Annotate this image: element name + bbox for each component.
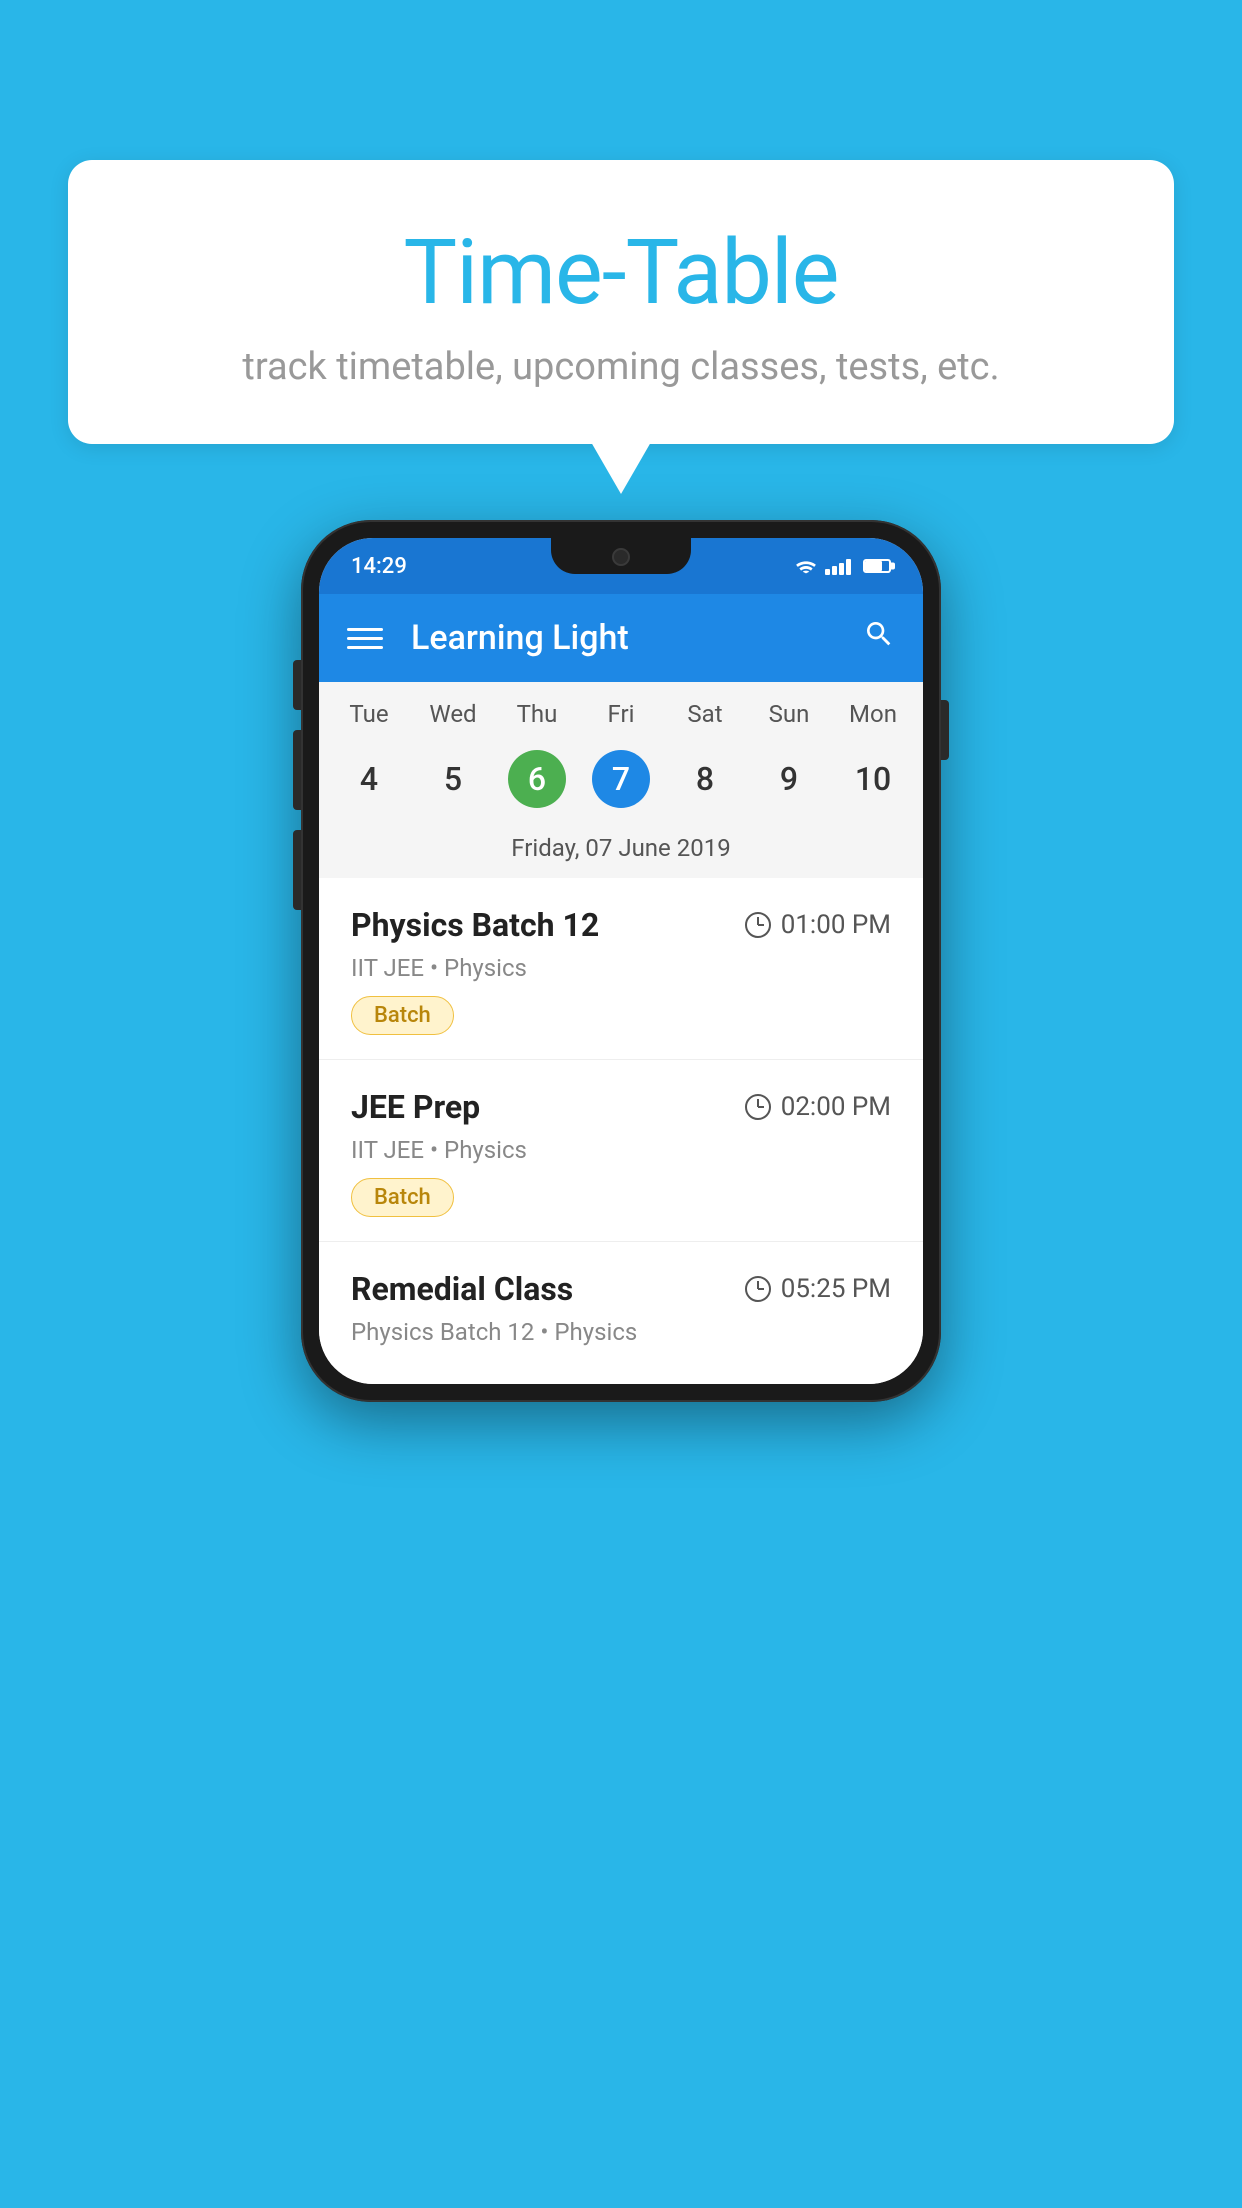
day-thu: Thu xyxy=(495,700,579,728)
day-sun: Sun xyxy=(747,700,831,728)
class-subtitle-1: IIT JEE • Physics xyxy=(351,954,891,982)
class-subtitle-3: Physics Batch 12 • Physics xyxy=(351,1318,891,1346)
volume-down-button xyxy=(293,730,301,810)
clock-icon-3 xyxy=(745,1276,771,1302)
front-camera xyxy=(612,548,630,566)
calendar-dates: 4 5 6 7 8 9 xyxy=(319,736,923,826)
class-name-3: Remedial Class xyxy=(351,1270,573,1308)
selected-date-label: Friday, 07 June 2019 xyxy=(319,826,923,878)
batch-tag-2: Batch xyxy=(351,1178,454,1217)
menu-icon[interactable] xyxy=(347,628,383,649)
speech-bubble-title: Time-Table xyxy=(118,220,1124,325)
date-6[interactable]: 6 xyxy=(495,740,579,818)
power-button xyxy=(941,700,949,760)
app-bar: Learning Light xyxy=(319,594,923,682)
battery-icon xyxy=(863,559,891,573)
date-10[interactable]: 10 xyxy=(831,740,915,818)
class-name-1: Physics Batch 12 xyxy=(351,906,599,944)
speech-bubble-container: Time-Table track timetable, upcoming cla… xyxy=(68,160,1174,444)
class-time-2: 02:00 PM xyxy=(745,1092,891,1122)
volume-up-button xyxy=(293,660,301,710)
clock-icon-1 xyxy=(745,912,771,938)
class-time-1: 01:00 PM xyxy=(745,910,891,940)
day-wed: Wed xyxy=(411,700,495,728)
class-time-3: 05:25 PM xyxy=(745,1274,891,1304)
phone-mockup: 14:29 xyxy=(301,520,941,1402)
calendar-day-names: Tue Wed Thu Fri Sat Sun Mon xyxy=(319,682,923,736)
date-9[interactable]: 9 xyxy=(747,740,831,818)
phone-outer: 14:29 xyxy=(301,520,941,1402)
calendar: Tue Wed Thu Fri Sat Sun Mon 4 5 xyxy=(319,682,923,878)
class-item-2[interactable]: JEE Prep 02:00 PM IIT JEE • Physics Batc… xyxy=(319,1060,923,1242)
class-subtitle-2: IIT JEE • Physics xyxy=(351,1136,891,1164)
status-time: 14:29 xyxy=(351,554,407,579)
day-tue: Tue xyxy=(327,700,411,728)
date-8[interactable]: 8 xyxy=(663,740,747,818)
phone-notch xyxy=(551,538,691,574)
date-4[interactable]: 4 xyxy=(327,740,411,818)
date-5[interactable]: 5 xyxy=(411,740,495,818)
class-list: Physics Batch 12 01:00 PM IIT JEE • Phys… xyxy=(319,878,923,1384)
wifi-icon xyxy=(795,558,817,574)
speech-bubble: Time-Table track timetable, upcoming cla… xyxy=(68,160,1174,444)
app-title: Learning Light xyxy=(411,618,863,658)
class-name-2: JEE Prep xyxy=(351,1088,480,1126)
search-button[interactable] xyxy=(863,618,895,658)
silent-button xyxy=(293,830,301,910)
day-mon: Mon xyxy=(831,700,915,728)
class-item-3[interactable]: Remedial Class 05:25 PM Physics Batch 12… xyxy=(319,1242,923,1384)
date-7[interactable]: 7 xyxy=(579,740,663,818)
batch-tag-1: Batch xyxy=(351,996,454,1035)
status-icons xyxy=(795,557,891,575)
day-sat: Sat xyxy=(663,700,747,728)
signal-icon xyxy=(825,557,851,575)
clock-icon-2 xyxy=(745,1094,771,1120)
speech-bubble-subtitle: track timetable, upcoming classes, tests… xyxy=(118,345,1124,389)
class-item-1[interactable]: Physics Batch 12 01:00 PM IIT JEE • Phys… xyxy=(319,878,923,1060)
day-fri: Fri xyxy=(579,700,663,728)
phone-screen: 14:29 xyxy=(319,538,923,1384)
